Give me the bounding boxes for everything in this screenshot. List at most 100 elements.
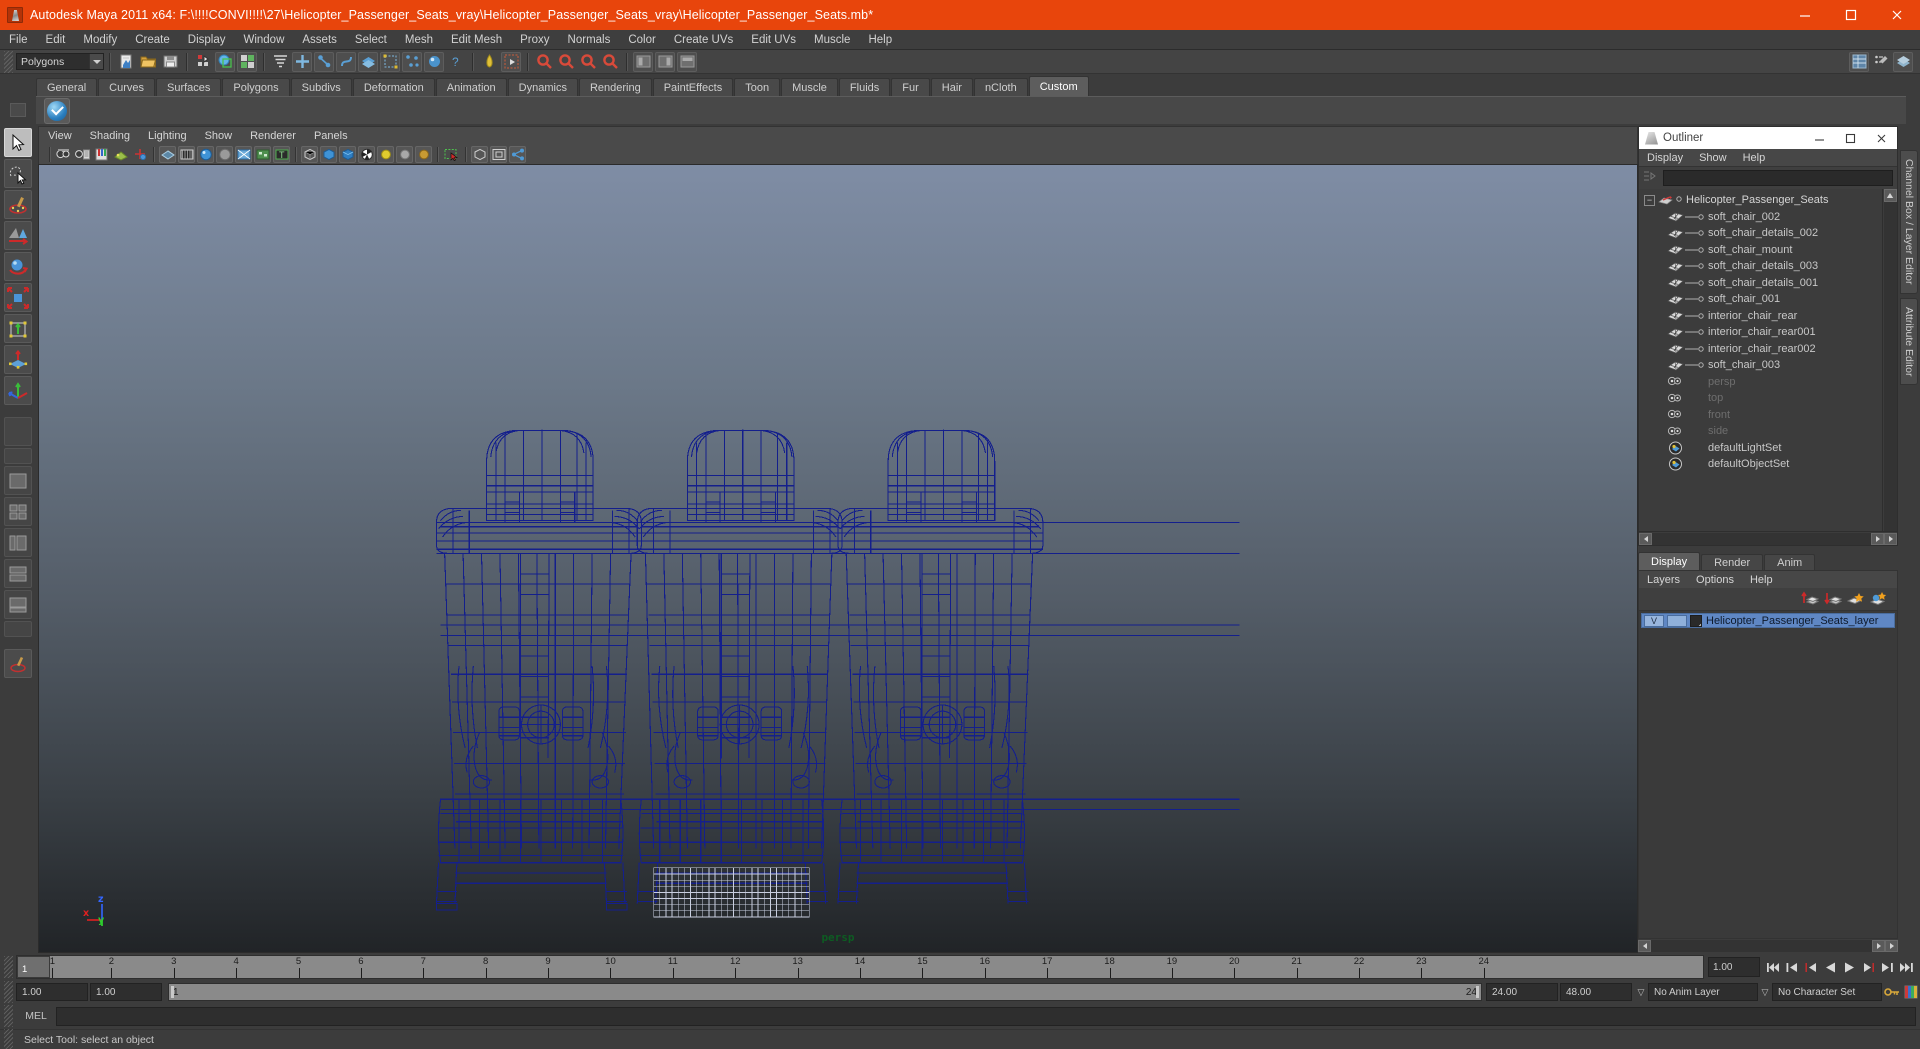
range-slider-gripper[interactable] xyxy=(4,981,13,1003)
viewport-menu-view[interactable]: View xyxy=(39,127,81,145)
attribute-editor-toggle-icon[interactable] xyxy=(1871,52,1891,72)
texture-display-icon[interactable] xyxy=(254,145,271,163)
render-view-icon[interactable] xyxy=(556,52,576,72)
shelf-tab-toon[interactable]: Toon xyxy=(734,78,781,96)
shelf-tab-deformation[interactable]: Deformation xyxy=(352,78,435,96)
scroll-track[interactable] xyxy=(1883,202,1897,531)
toolbox-layout-hypershade[interactable] xyxy=(4,559,32,588)
outliner-row-child[interactable]: soft_chair_mount xyxy=(1639,242,1882,259)
menu-item-muscle[interactable]: Muscle xyxy=(805,30,859,50)
outliner-row-child[interactable]: interior_chair_rear002 xyxy=(1639,341,1882,358)
auto-keyframe-icon[interactable] xyxy=(1882,982,1901,1002)
go-to-end-icon[interactable] xyxy=(1897,957,1916,977)
frame-selection-icon[interactable] xyxy=(490,145,507,163)
rotate-tool-button[interactable] xyxy=(4,252,32,281)
snap-point-icon[interactable] xyxy=(336,51,356,72)
toolbox-paint-effects-icon[interactable] xyxy=(4,649,32,678)
layer-color-swatch[interactable] xyxy=(1690,614,1702,627)
outliner-search-input[interactable] xyxy=(1663,170,1893,186)
tab-channel-box-layer-editor[interactable]: Channel Box / Layer Editor xyxy=(1900,150,1918,294)
flat-shade-icon[interactable] xyxy=(216,145,233,163)
outliner-row-set[interactable]: defaultObjectSet xyxy=(1639,456,1882,473)
viewport-menu-shading[interactable]: Shading xyxy=(81,127,139,145)
outliner-row-child[interactable]: soft_chair_001 xyxy=(1639,291,1882,308)
range-end-field[interactable]: 24.00 xyxy=(1486,983,1558,1001)
selection-mode-dropdown[interactable]: Polygons xyxy=(16,53,104,70)
toolbox-layout-single[interactable] xyxy=(4,466,32,495)
outliner-menu-help[interactable]: Help xyxy=(1735,149,1774,167)
make-live-icon[interactable] xyxy=(380,51,400,72)
outliner-row-camera[interactable]: persp xyxy=(1639,374,1882,391)
menu-item-create-uvs[interactable]: Create UVs xyxy=(665,30,742,50)
render-settings-icon[interactable] xyxy=(578,52,598,72)
shelf-tab-general[interactable]: General xyxy=(36,78,98,96)
toolbox-more-layouts[interactable] xyxy=(4,621,32,637)
outliner-maximize-button[interactable] xyxy=(1835,127,1866,149)
shelf-button-check-icon[interactable] xyxy=(44,97,70,124)
text-display-icon[interactable]: T xyxy=(273,145,290,163)
menu-item-edit-uvs[interactable]: Edit UVs xyxy=(742,30,805,50)
h-scroll-track[interactable] xyxy=(1652,532,1871,545)
image-plane-icon[interactable] xyxy=(112,146,129,163)
render-current-frame-icon[interactable] xyxy=(501,51,521,72)
layer-row[interactable]: V Helicopter_Passenger_Seats_layer xyxy=(1641,613,1895,628)
step-forward-key-icon[interactable] xyxy=(1878,957,1897,977)
outliner-row-camera[interactable]: front xyxy=(1639,407,1882,424)
default-material-icon[interactable] xyxy=(320,145,337,163)
soft-modification-tool-button[interactable] xyxy=(4,345,32,374)
play-forwards-icon[interactable] xyxy=(1840,957,1859,977)
select-camera-icon[interactable] xyxy=(55,146,72,163)
save-scene-icon[interactable] xyxy=(160,52,180,72)
isolate-select-icon[interactable] xyxy=(471,145,488,163)
viewport-menu-show[interactable]: Show xyxy=(196,127,242,145)
layer-scroll-right-icon[interactable] xyxy=(1872,940,1885,952)
shaded-wireframe-icon[interactable] xyxy=(235,145,252,163)
use-all-lights-icon[interactable] xyxy=(377,145,394,163)
use-default-light-icon[interactable] xyxy=(396,145,413,163)
wireframe-on-shaded-icon[interactable] xyxy=(358,145,375,163)
hypershade-icon[interactable] xyxy=(600,52,620,72)
character-set-caret-icon[interactable]: ▽ xyxy=(1758,987,1772,998)
shelf-tab-fluids[interactable]: Fluids xyxy=(838,78,891,96)
play-backwards-icon[interactable] xyxy=(1821,957,1840,977)
select-by-hierarchy-icon[interactable] xyxy=(193,52,213,72)
menu-item-proxy[interactable]: Proxy xyxy=(511,30,558,50)
render-globals-icon[interactable] xyxy=(479,52,499,72)
outliner-row-child[interactable]: soft_chair_details_003 xyxy=(1639,258,1882,275)
select-region-icon[interactable] xyxy=(443,146,460,163)
new-layer-from-selected-icon[interactable] xyxy=(1869,589,1889,609)
menu-item-edit-mesh[interactable]: Edit Mesh xyxy=(442,30,511,50)
layer-list[interactable]: V Helicopter_Passenger_Seats_layer xyxy=(1638,610,1898,939)
maximize-button[interactable] xyxy=(1828,0,1874,30)
menu-item-window[interactable]: Window xyxy=(234,30,293,50)
layer-scroll-right-icon-2[interactable] xyxy=(1885,940,1898,952)
move-layer-down-icon[interactable] xyxy=(1823,589,1843,609)
layer-editor-hscroll[interactable] xyxy=(1638,939,1898,953)
shelf-tab-fur[interactable]: Fur xyxy=(891,78,930,96)
animation-end-field[interactable]: 48.00 xyxy=(1560,983,1632,1001)
smooth-shade-all-icon[interactable] xyxy=(178,145,195,163)
shadow-display-icon[interactable] xyxy=(339,145,356,163)
tab-render[interactable]: Render xyxy=(1701,554,1764,570)
viewport-menu-panels[interactable]: Panels xyxy=(305,127,357,145)
layer-visibility-toggle[interactable]: V xyxy=(1644,614,1664,627)
outliner-row-child[interactable]: interior_chair_rear001 xyxy=(1639,324,1882,341)
outliner-row-child[interactable]: soft_chair_003 xyxy=(1639,357,1882,374)
scroll-up-icon[interactable] xyxy=(1883,189,1897,202)
construction-history-icon[interactable]: ? xyxy=(446,52,466,72)
shelf-tab-rendering[interactable]: Rendering xyxy=(578,78,652,96)
anim-layer-caret-icon[interactable]: ▽ xyxy=(1634,987,1648,998)
menu-item-normals[interactable]: Normals xyxy=(559,30,620,50)
last-tool-button[interactable] xyxy=(4,417,32,446)
camera-attributes-icon[interactable] xyxy=(74,146,91,163)
outliner-row-child[interactable]: soft_chair_details_001 xyxy=(1639,275,1882,292)
paint-select-tool-button[interactable] xyxy=(4,190,32,219)
layer-help-menu[interactable]: Help xyxy=(1742,571,1781,589)
anim-layer-dropdown[interactable]: No Anim Layer xyxy=(1648,983,1758,1001)
lasso-select-tool-button[interactable] xyxy=(4,159,32,188)
scroll-right-icon-2[interactable] xyxy=(1884,532,1897,545)
outliner-collapse-icon[interactable]: − xyxy=(1644,194,1655,206)
share-viewport-icon[interactable] xyxy=(509,145,526,163)
toolbox-layout-four[interactable] xyxy=(4,497,32,526)
scroll-left-icon[interactable] xyxy=(1639,532,1652,545)
